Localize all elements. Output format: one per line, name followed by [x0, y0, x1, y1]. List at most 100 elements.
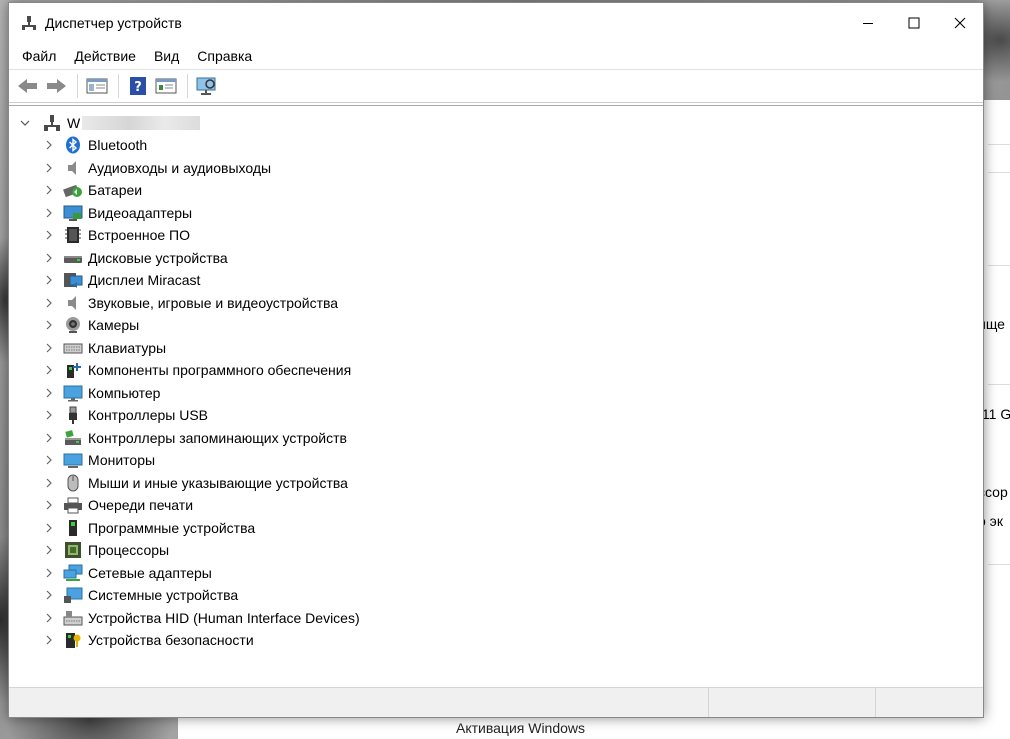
keyboard-icon	[63, 339, 83, 357]
tree-item-software-devices[interactable]: Программные устройства	[41, 517, 360, 540]
tree-item-label: Системные устройства	[88, 587, 239, 604]
expand-chevron-icon[interactable]	[41, 340, 57, 356]
tree-item-label: Дисплеи Miracast	[88, 272, 201, 289]
expand-chevron-icon[interactable]	[41, 452, 57, 468]
background-divider	[988, 265, 1010, 266]
mouse-icon	[63, 474, 83, 492]
scan-hardware-icon	[196, 77, 216, 95]
maximize-button[interactable]	[891, 3, 937, 43]
tree-item-label: Звуковые, игровые и видеоустройства	[88, 294, 339, 311]
tree-root-computer[interactable]: W	[17, 112, 201, 134]
expand-chevron-icon[interactable]	[41, 182, 57, 198]
show-hide-console-tree-button[interactable]	[84, 73, 110, 99]
tree-item-network-adapters[interactable]: Сетевые адаптеры	[41, 562, 360, 585]
tree-item-hid-devices[interactable]: Устройства HID (Human Interface Devices)	[41, 607, 360, 630]
tree-item-label: Устройства безопасности	[88, 632, 254, 649]
tree-item-mice[interactable]: Мыши и иные указывающие устройства	[41, 472, 360, 495]
device-manager-icon	[22, 16, 36, 30]
expand-chevron-icon[interactable]	[41, 205, 57, 221]
tree-item-label: Процессоры	[88, 542, 170, 559]
expand-chevron-icon[interactable]	[41, 430, 57, 446]
hid-icon	[63, 609, 83, 627]
expand-chevron-icon[interactable]	[41, 385, 57, 401]
tree-item-label: Контроллеры USB	[88, 407, 208, 424]
title-bar[interactable]: Диспетчер устройств	[9, 3, 983, 43]
network-adapter-icon	[63, 564, 83, 582]
tree-item-processors[interactable]: Процессоры	[41, 539, 360, 562]
bluetooth-icon	[63, 136, 83, 154]
expand-chevron-icon[interactable]	[41, 587, 57, 603]
expand-chevron-icon[interactable]	[41, 407, 57, 423]
tree-item-cameras[interactable]: Камеры	[41, 314, 360, 337]
tree-item-label: Батареи	[88, 182, 143, 199]
help-button[interactable]: ?	[125, 73, 151, 99]
tree-item-keyboards[interactable]: Клавиатуры	[41, 337, 360, 360]
scan-hardware-button[interactable]	[194, 73, 220, 99]
properties-icon	[155, 78, 177, 94]
expand-chevron-icon[interactable]	[41, 250, 57, 266]
toolbar-separator	[77, 74, 78, 98]
tree-item-audio-inputs-outputs[interactable]: Аудиовходы и аудиовыходы	[41, 157, 360, 180]
tree-item-label: Bluetooth	[88, 137, 148, 154]
background-divider	[988, 172, 1010, 173]
forward-arrow-icon	[47, 79, 66, 93]
expand-chevron-icon[interactable]	[41, 565, 57, 581]
expand-chevron-icon[interactable]	[41, 520, 57, 536]
expand-chevron-icon[interactable]	[41, 475, 57, 491]
tree-item-label: Компьютер	[88, 384, 161, 401]
tree-item-miracast-displays[interactable]: Дисплеи Miracast	[41, 269, 360, 292]
status-bar-cell	[876, 688, 983, 717]
minimize-button[interactable]	[845, 3, 891, 43]
expand-chevron-icon[interactable]	[41, 295, 57, 311]
background-divider	[988, 144, 1010, 145]
window-title: Диспетчер устройств	[45, 15, 182, 31]
tree-item-storage-controllers[interactable]: Контроллеры запоминающих устройств	[41, 427, 360, 450]
tree-item-computer[interactable]: Компьютер	[41, 382, 360, 405]
menu-file[interactable]: Файл	[13, 43, 65, 69]
close-button[interactable]	[937, 3, 983, 43]
expand-chevron-icon[interactable]	[41, 632, 57, 648]
expand-chevron-icon[interactable]	[41, 317, 57, 333]
collapse-chevron-icon[interactable]	[17, 115, 33, 131]
console-tree-icon	[86, 78, 108, 94]
properties-button[interactable]	[153, 73, 179, 99]
maximize-icon	[908, 17, 920, 29]
usb-icon	[63, 406, 83, 425]
tree-item-software-components[interactable]: Компоненты программного обеспечения	[41, 359, 360, 382]
status-bar-cell	[9, 688, 709, 717]
expand-chevron-icon[interactable]	[41, 542, 57, 558]
tree-item-firmware[interactable]: Встроенное ПО	[41, 224, 360, 247]
menu-action[interactable]: Действие	[65, 43, 145, 69]
tree-item-label: Очереди печати	[88, 497, 194, 514]
menu-help[interactable]: Справка	[188, 43, 261, 69]
speaker-icon	[63, 159, 83, 177]
toolbar: ?	[9, 69, 983, 103]
tree-item-disk-drives[interactable]: Дисковые устройства	[41, 247, 360, 270]
menu-view[interactable]: Вид	[145, 43, 188, 69]
tree-item-batteries[interactable]: Батареи	[41, 179, 360, 202]
expand-chevron-icon[interactable]	[41, 160, 57, 176]
tree-item-bluetooth[interactable]: Bluetooth	[41, 134, 360, 157]
tree-item-display-adapters[interactable]: Видеоадаптеры	[41, 202, 360, 225]
forward-button[interactable]	[43, 73, 69, 99]
tree-item-monitors[interactable]: Мониторы	[41, 449, 360, 472]
system-device-icon	[63, 586, 83, 604]
expand-chevron-icon[interactable]	[41, 362, 57, 378]
window-controls	[845, 3, 983, 43]
expand-chevron-icon[interactable]	[41, 497, 57, 513]
tree-item-system-devices[interactable]: Системные устройства	[41, 584, 360, 607]
tree-item-sound-video-game[interactable]: Звуковые, игровые и видеоустройства	[41, 292, 360, 315]
expand-chevron-icon[interactable]	[41, 610, 57, 626]
expand-chevron-icon[interactable]	[41, 272, 57, 288]
tree-item-label: Сетевые адаптеры	[88, 564, 212, 581]
expand-chevron-icon[interactable]	[41, 137, 57, 153]
tree-item-security-devices[interactable]: Устройства безопасности	[41, 629, 360, 652]
printer-icon	[63, 496, 83, 514]
tree-item-print-queues[interactable]: Очереди печати	[41, 494, 360, 517]
device-manager-window: Диспетчер устройств Файл Действие Вид Сп…	[8, 2, 984, 718]
monitor-icon	[63, 451, 83, 469]
tree-item-label: Устройства HID (Human Interface Devices)	[88, 609, 360, 626]
back-button[interactable]	[15, 73, 41, 99]
tree-item-usb-controllers[interactable]: Контроллеры USB	[41, 404, 360, 427]
expand-chevron-icon[interactable]	[41, 227, 57, 243]
